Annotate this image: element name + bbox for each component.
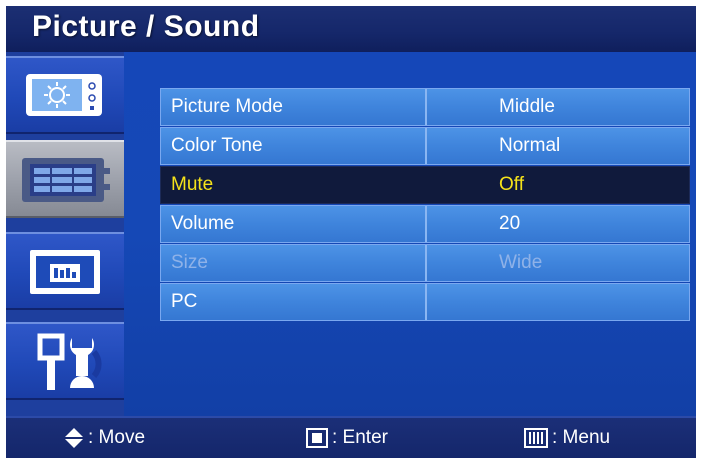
menu-row-value: Off [499, 174, 524, 195]
menu-row-value: 20 [499, 213, 521, 234]
enter-hint: : Enter [306, 427, 388, 449]
sidebar-item-setup[interactable] [6, 322, 124, 400]
menu-row-label: Picture Mode [161, 89, 427, 125]
menu-row-color-tone[interactable]: Color Tone Normal [160, 127, 690, 165]
enter-hint-label: : Enter [332, 427, 388, 448]
menu-row-label: Color Tone [161, 128, 427, 164]
menu-row-value: Middle [499, 96, 555, 117]
pc-icon [28, 246, 102, 303]
menu-row-value: Normal [499, 135, 561, 156]
menu-row-label: Mute [161, 167, 427, 203]
menu-row-mute[interactable]: Mute Off [160, 166, 690, 204]
picture-icon [24, 70, 104, 125]
settings-panel: Picture Mode Middle Color Tone Normal Mu… [124, 52, 696, 416]
menu-row-volume[interactable]: Volume 20 [160, 205, 690, 243]
title-bar: Picture / Sound [6, 6, 696, 52]
tools-icon [34, 332, 104, 399]
sidebar-item-sound[interactable] [6, 140, 124, 218]
page-title: Picture / Sound [32, 10, 260, 43]
settings-menu: Picture Mode Middle Color Tone Normal Mu… [160, 88, 690, 322]
move-hint: : Move [64, 427, 145, 449]
sidebar [6, 52, 124, 416]
menu-row-label: Size [161, 245, 427, 281]
menu-hint-label: : Menu [552, 427, 611, 448]
menu-row-value: Wide [499, 252, 543, 273]
menu-row-value [427, 284, 689, 320]
up-down-arrows-icon [65, 428, 83, 448]
menu-row-picture-mode[interactable]: Picture Mode Middle [160, 88, 690, 126]
enter-button-icon [306, 428, 328, 448]
sound-icon [20, 154, 110, 211]
menu-row-size: Size Wide [160, 244, 690, 282]
menu-button-icon [524, 428, 548, 448]
move-hint-label: : Move [88, 427, 146, 448]
sidebar-item-picture[interactable] [6, 56, 124, 134]
menu-hint: : Menu [524, 427, 610, 449]
sidebar-item-pc[interactable] [6, 232, 124, 310]
footer-hints: : Move : Enter : Menu [6, 416, 696, 458]
menu-row-pc[interactable]: PC [160, 283, 690, 321]
osd-screen: Picture / Sound Picture Mode Middle Colo… [6, 6, 696, 458]
menu-row-label: Volume [161, 206, 427, 242]
menu-row-label: PC [161, 284, 427, 320]
